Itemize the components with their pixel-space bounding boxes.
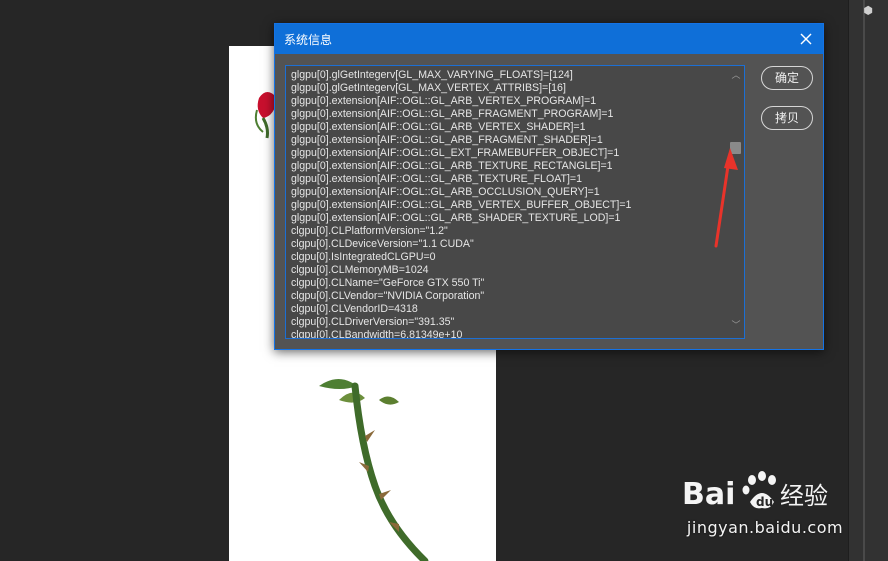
- ok-button[interactable]: 确定: [761, 66, 813, 90]
- info-line: clgpu[0].CLDriverVersion="391.35": [291, 316, 455, 328]
- info-line: clgpu[0].CLName="GeForce GTX 550 Ti": [291, 277, 485, 289]
- info-lines: glgpu[0].glGetIntegerv[GL_MAX_VARYING_FL…: [291, 69, 726, 339]
- dialog-titlebar[interactable]: 系统信息: [275, 24, 823, 54]
- info-line: glgpu[0].extension[AIF::OGL::GL_ARB_FRAG…: [291, 108, 614, 120]
- info-line: glgpu[0].glGetIntegerv[GL_MAX_VERTEX_ATT…: [291, 82, 566, 94]
- vertical-scrollbar[interactable]: ︿ ﹀: [727, 66, 744, 338]
- info-line: clgpu[0].CLDeviceVersion="1.1 CUDA": [291, 238, 474, 250]
- info-line: glgpu[0].extension[AIF::OGL::GL_ARB_TEXT…: [291, 160, 613, 172]
- info-line: glgpu[0].extension[AIF::OGL::GL_ARB_VERT…: [291, 199, 632, 211]
- scroll-up-icon[interactable]: ︿: [730, 70, 742, 82]
- svg-text:经验: 经验: [780, 482, 828, 510]
- system-info-dialog: 系统信息 glgpu[0].glGetIntegerv[GL_MAX_VARYI…: [274, 23, 824, 350]
- info-line: clgpu[0].CLBandwidth=6.81349e+10: [291, 329, 463, 339]
- close-button[interactable]: [796, 29, 816, 49]
- panel-divider: [863, 0, 865, 561]
- watermark-url: jingyan.baidu.com: [686, 518, 844, 537]
- baidu-logo-text: Bai: [682, 477, 735, 512]
- baidu-logo: Bai du 经验: [682, 471, 828, 512]
- scrollbar-thumb[interactable]: [730, 142, 741, 154]
- dialog-title: 系统信息: [284, 33, 333, 47]
- info-line: clgpu[0].CLMemoryMB=1024: [291, 264, 429, 276]
- info-line: glgpu[0].extension[AIF::OGL::GL_EXT_FRAM…: [291, 147, 620, 159]
- cube-icon[interactable]: ⬢: [861, 4, 875, 18]
- info-line: glgpu[0].extension[AIF::OGL::GL_ARB_OCCL…: [291, 186, 600, 198]
- scroll-down-icon[interactable]: ﹀: [730, 320, 742, 332]
- info-line: clgpu[0].CLVendor="NVIDIA Corporation": [291, 290, 485, 302]
- info-line: glgpu[0].extension[AIF::OGL::GL_ARB_FRAG…: [291, 134, 603, 146]
- paw-icon: du: [742, 471, 776, 509]
- info-line: clgpu[0].CLPlatformVersion="1.2": [291, 225, 448, 237]
- baidu-watermark: Bai du 经验 jingyan.baidu.com: [680, 466, 850, 546]
- info-line: glgpu[0].extension[AIF::OGL::GL_ARB_VERT…: [291, 95, 597, 107]
- right-panel[interactable]: [848, 0, 888, 561]
- info-line: glgpu[0].glGetIntegerv[GL_MAX_VARYING_FL…: [291, 69, 573, 81]
- copy-button[interactable]: 拷贝: [761, 106, 813, 130]
- close-icon: [800, 33, 812, 45]
- system-info-textarea[interactable]: glgpu[0].glGetIntegerv[GL_MAX_VARYING_FL…: [285, 65, 745, 339]
- svg-text:du: du: [756, 495, 773, 509]
- info-line: clgpu[0].CLVendorID=4318: [291, 303, 418, 315]
- info-line: glgpu[0].extension[AIF::OGL::GL_ARB_SHAD…: [291, 212, 621, 224]
- info-line: glgpu[0].extension[AIF::OGL::GL_ARB_TEXT…: [291, 173, 582, 185]
- info-line: clgpu[0].IsIntegratedCLGPU=0: [291, 251, 436, 263]
- info-line: glgpu[0].extension[AIF::OGL::GL_ARB_VERT…: [291, 121, 586, 133]
